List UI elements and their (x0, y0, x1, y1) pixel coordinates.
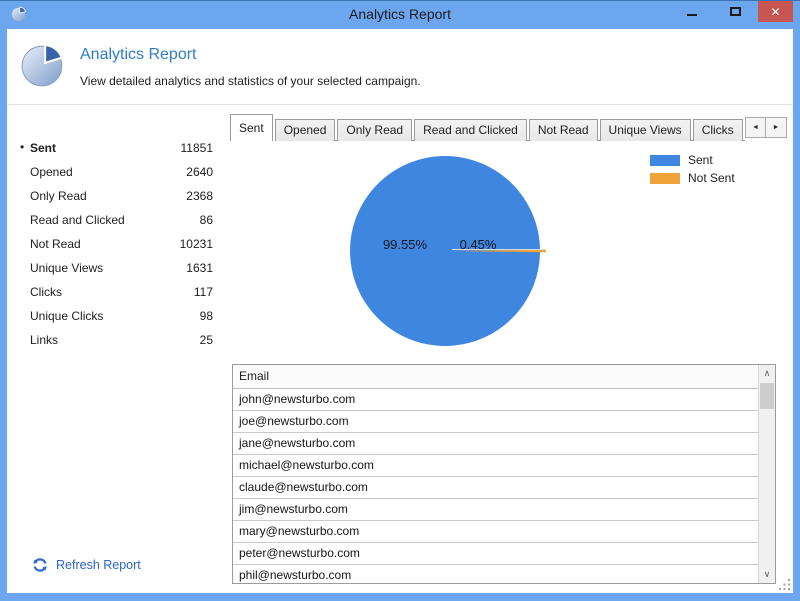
email-scrollbar[interactable]: ∧ ∨ (758, 365, 775, 583)
stat-label: Unique Views (30, 261, 186, 275)
stat-row[interactable]: • Unique Clicks 98 (7, 304, 223, 328)
legend-swatch (650, 155, 680, 166)
chevron-down-icon: ∨ (764, 569, 771, 580)
stat-label: Unique Clicks (30, 309, 200, 323)
scroll-down-button[interactable]: ∨ (759, 566, 775, 583)
stat-row[interactable]: • Only Read 2368 (7, 184, 223, 208)
report-tab[interactable]: Opened (275, 119, 336, 141)
page-subtitle: View detailed analytics and statistics o… (80, 74, 421, 88)
email-row[interactable]: phil@newsturbo.com (233, 565, 758, 583)
chevron-up-icon: ∧ (764, 368, 771, 379)
email-column-header[interactable]: Email (233, 365, 758, 389)
email-row[interactable]: joe@newsturbo.com (233, 411, 758, 433)
email-row[interactable]: mary@newsturbo.com (233, 521, 758, 543)
resize-grip[interactable] (778, 578, 791, 591)
scroll-up-button[interactable]: ∧ (759, 365, 775, 382)
stat-row[interactable]: • Sent 11851 (7, 136, 223, 160)
legend-item: Sent (650, 153, 735, 167)
stats-list: • Sent 11851 • Opened 2640 • Only Read 2… (7, 136, 223, 352)
email-row[interactable]: michael@newsturbo.com (233, 455, 758, 477)
tabs-viewport: SentOpenedOnly ReadRead and ClickedNot R… (230, 114, 745, 141)
report-tab[interactable]: Sent (230, 114, 273, 141)
report-tab[interactable]: Only Read (337, 119, 412, 141)
arrow-left-icon: ◄ (752, 124, 759, 131)
active-bullet-icon: • (20, 140, 24, 154)
legend-swatch (650, 173, 680, 184)
email-rows: john@newsturbo.comjoe@newsturbo.comjane@… (233, 389, 758, 583)
stat-label: Only Read (30, 189, 186, 203)
stat-value: 86 (200, 213, 213, 227)
pie-minor-label: 0.45% (443, 237, 513, 252)
titlebar[interactable]: Analytics Report ✕ (0, 1, 800, 29)
stat-row[interactable]: • Opened 2640 (7, 160, 223, 184)
report-tab[interactable]: Clicks (693, 119, 743, 141)
tab-scroll-left-button[interactable]: ◄ (745, 117, 766, 138)
email-row[interactable]: claude@newsturbo.com (233, 477, 758, 499)
email-row[interactable]: jane@newsturbo.com (233, 433, 758, 455)
pie-major-label: 99.55% (370, 237, 440, 252)
stat-label: Links (30, 333, 200, 347)
minimize-icon (687, 14, 697, 16)
stat-value: 10231 (180, 237, 213, 251)
page-title: Analytics Report (80, 46, 197, 64)
refresh-report-button[interactable]: Refresh Report (32, 557, 141, 573)
stat-value: 25 (200, 333, 213, 347)
report-tab[interactable]: Not Read (529, 119, 598, 141)
stat-label: Opened (30, 165, 186, 179)
stat-row[interactable]: • Not Read 10231 (7, 232, 223, 256)
stat-value: 2640 (186, 165, 213, 179)
refresh-label: Refresh Report (56, 558, 141, 572)
report-tab[interactable]: Unique Views (600, 119, 691, 141)
stat-label: Read and Clicked (30, 213, 200, 227)
stat-label: Not Read (30, 237, 180, 251)
close-button[interactable]: ✕ (758, 1, 793, 22)
legend-label: Not Sent (688, 171, 735, 185)
stat-row[interactable]: • Unique Views 1631 (7, 256, 223, 280)
stat-label: Sent (30, 141, 181, 155)
report-tabstrip: SentOpenedOnly ReadRead and ClickedNot R… (230, 114, 787, 141)
minimize-button[interactable] (677, 1, 707, 22)
pie-chart (230, 141, 660, 364)
stat-value: 11851 (181, 141, 213, 155)
stat-value: 2368 (186, 189, 213, 203)
arrow-right-icon: ► (773, 124, 780, 131)
email-row[interactable]: john@newsturbo.com (233, 389, 758, 411)
header-divider (7, 104, 793, 105)
tab-scroll-right-button[interactable]: ► (766, 117, 787, 138)
maximize-button[interactable] (720, 1, 750, 22)
stat-row[interactable]: • Clicks 117 (7, 280, 223, 304)
email-row[interactable]: jim@newsturbo.com (233, 499, 758, 521)
email-row[interactable]: peter@newsturbo.com (233, 543, 758, 565)
legend-label: Sent (688, 153, 713, 167)
app-window: Analytics Report ✕ Analytics Report View… (0, 0, 800, 601)
chart-legend: Sent Not Sent (650, 153, 735, 189)
window-content: Analytics Report View detailed analytics… (7, 29, 793, 593)
tab-scroll-buttons: ◄ ► (745, 117, 787, 138)
stat-value: 1631 (186, 261, 213, 275)
close-icon: ✕ (770, 5, 780, 19)
maximize-icon (730, 7, 741, 16)
stat-row[interactable]: • Read and Clicked 86 (7, 208, 223, 232)
stat-value: 98 (200, 309, 213, 323)
report-tab[interactable]: Read and Clicked (414, 119, 527, 141)
email-table-main: Email john@newsturbo.comjoe@newsturbo.co… (233, 365, 758, 583)
email-table: Email john@newsturbo.comjoe@newsturbo.co… (232, 364, 776, 584)
scrollbar-thumb[interactable] (760, 383, 774, 409)
legend-item: Not Sent (650, 171, 735, 185)
analytics-pie-icon (20, 42, 66, 88)
refresh-icon (32, 557, 48, 573)
stat-row[interactable]: • Links 25 (7, 328, 223, 352)
stat-value: 117 (194, 285, 213, 299)
stat-label: Clicks (30, 285, 194, 299)
